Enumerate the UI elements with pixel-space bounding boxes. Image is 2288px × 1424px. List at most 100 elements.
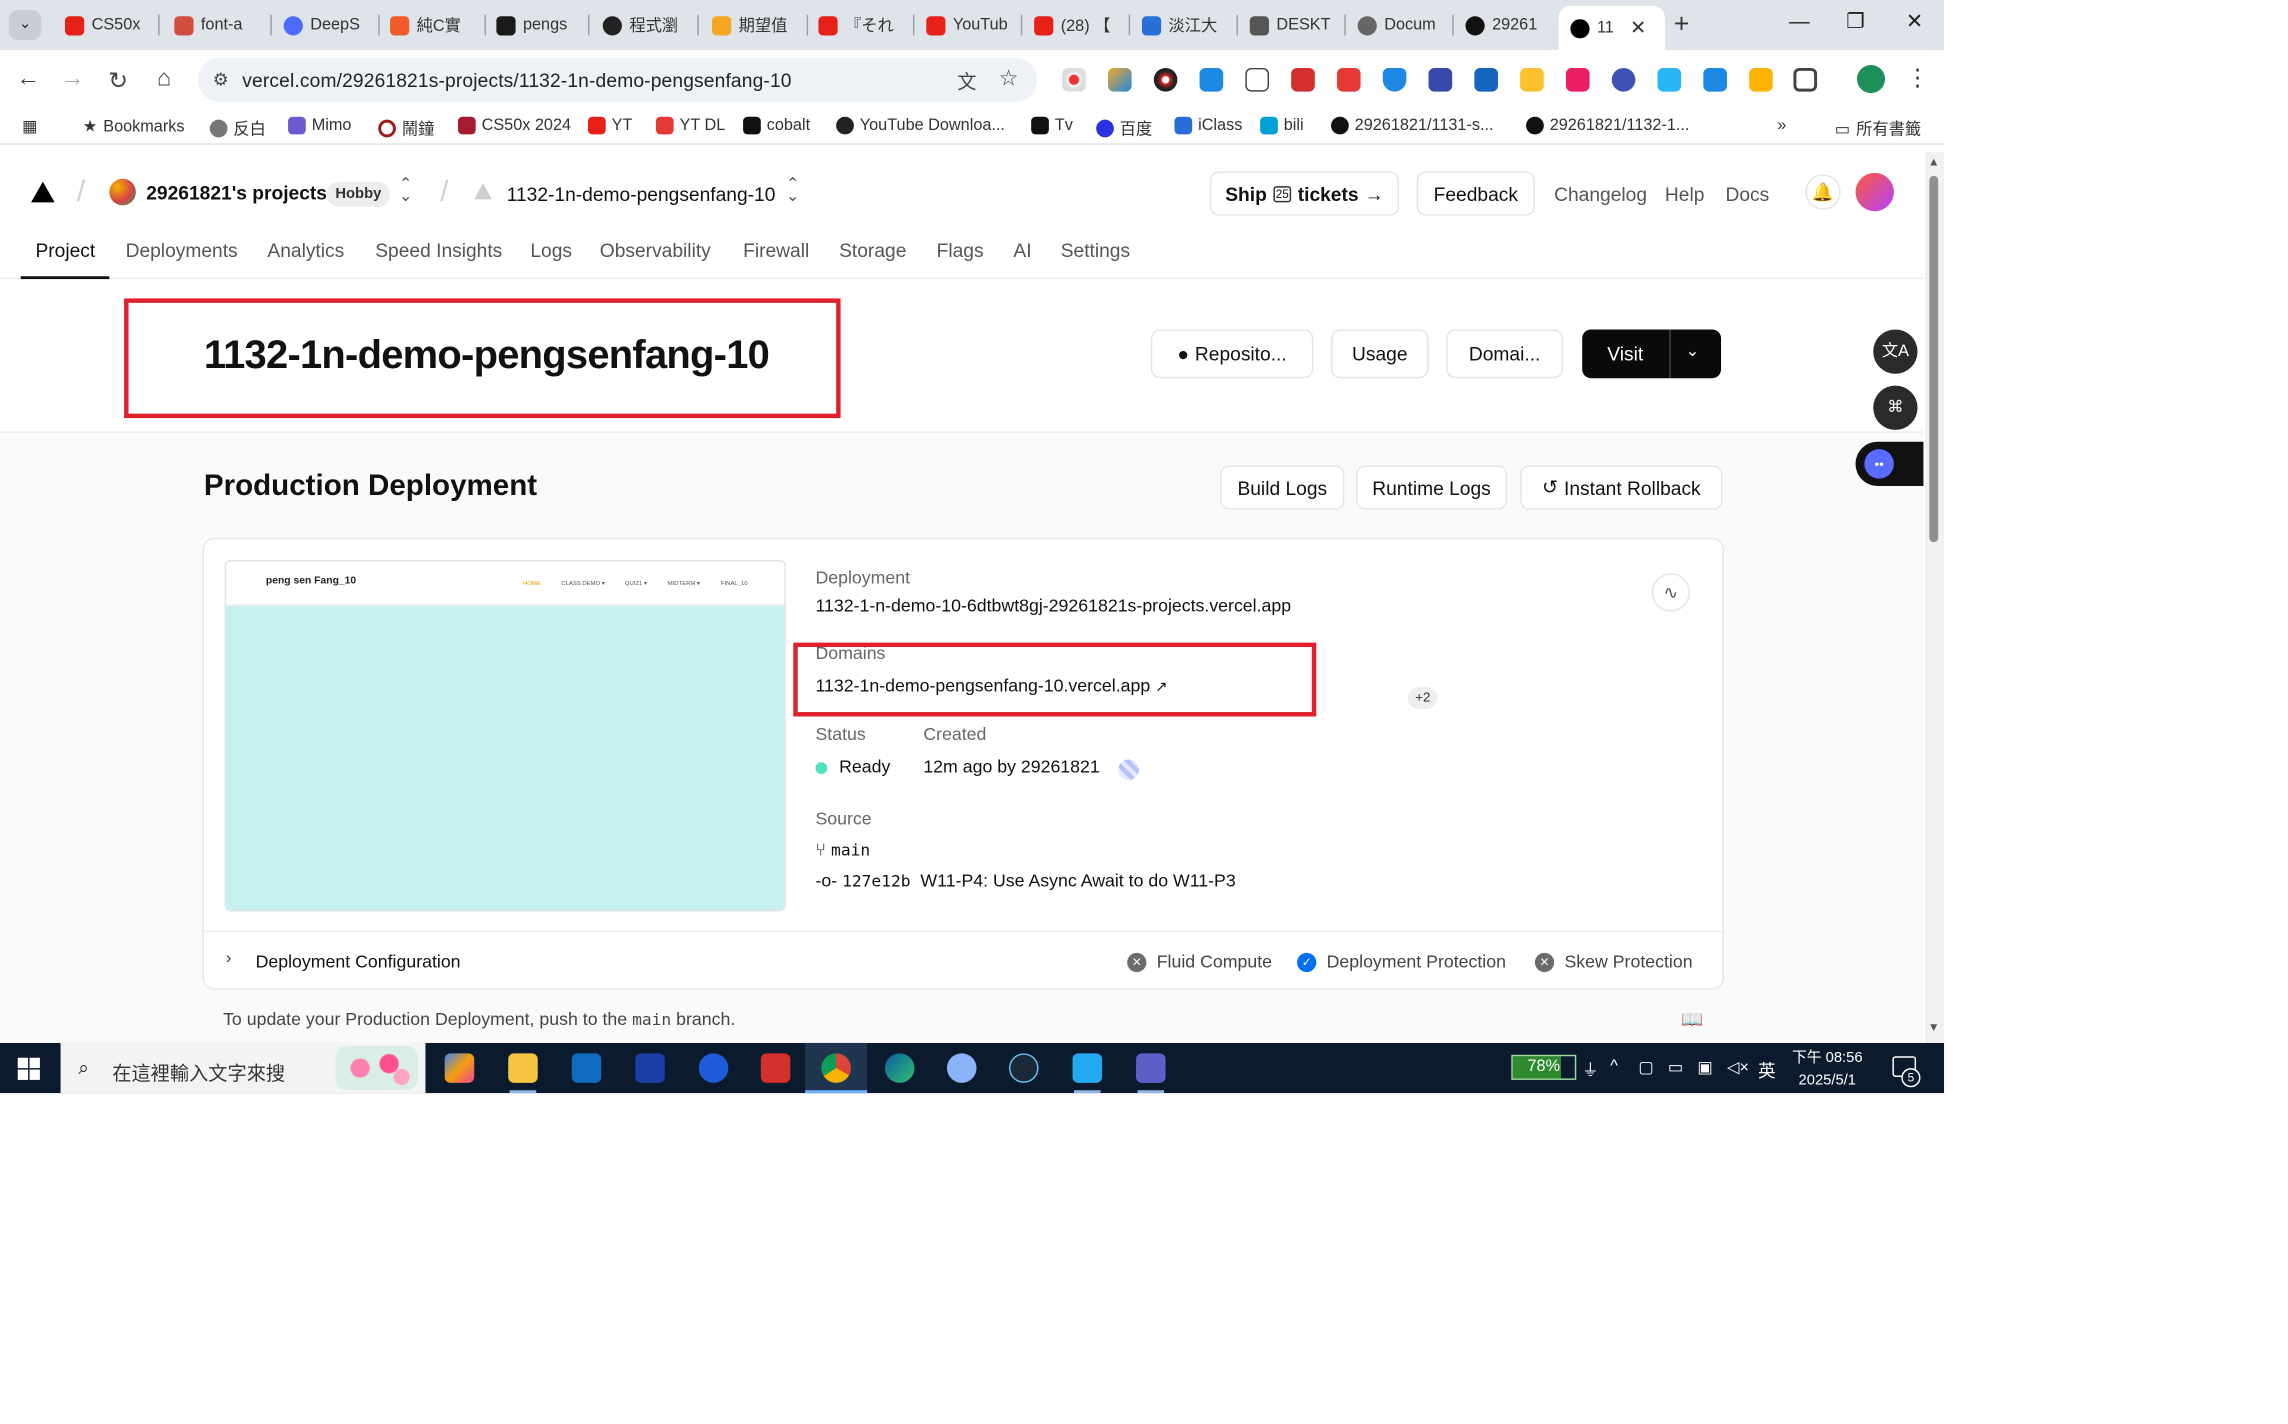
minimize-window-button[interactable]: — <box>1785 9 1815 33</box>
new-tab-button[interactable]: + <box>1674 9 1690 40</box>
changelog-link[interactable]: Changelog <box>1554 183 1647 205</box>
file-explorer-icon[interactable] <box>508 1053 538 1083</box>
teams-icon[interactable] <box>1136 1053 1166 1083</box>
volume-icon[interactable]: ◁× <box>1727 1058 1749 1077</box>
docs-link[interactable]: Docs <box>1725 183 1769 205</box>
steam-icon[interactable] <box>1008 1053 1039 1083</box>
branch-row[interactable]: ⑂ main <box>815 839 870 860</box>
bookmark-item[interactable]: YT DL <box>655 116 725 135</box>
outlook-icon[interactable] <box>571 1053 602 1083</box>
team-avatar[interactable] <box>109 178 136 206</box>
extension-hd-icon[interactable] <box>1336 67 1361 92</box>
ship-tickets-button[interactable]: Ship 25 tickets → <box>1209 171 1400 216</box>
runtime-logs-button[interactable]: Runtime Logs <box>1356 465 1507 510</box>
bookmark-item-all[interactable]: ▭ 所有書籤 <box>1835 117 1921 141</box>
chevron-down-icon[interactable]: ⌄ <box>1686 341 1700 361</box>
more-domains-badge[interactable]: +2 <box>1407 686 1438 710</box>
url-text[interactable]: vercel.com/29261821s-projects/1132-1n-de… <box>242 69 791 91</box>
more-bookmarks-chevron-icon[interactable]: » <box>1777 117 1786 135</box>
pointer-app-icon[interactable] <box>698 1053 729 1083</box>
tab-settings[interactable]: Settings <box>1061 239 1130 261</box>
browser-tab[interactable]: 『それ <box>807 7 913 42</box>
apps-floating-icon[interactable]: ⌘ <box>1873 385 1918 430</box>
ai-assistant-pill[interactable]: •• <box>1855 441 1924 487</box>
deployment-preview-thumbnail[interactable]: peng sen Fang_10 HOME CLASS DEMO ▾ QUIZ1… <box>224 559 786 912</box>
bookmark-item[interactable]: Tv <box>1031 116 1073 135</box>
visit-button[interactable]: Visit ⌄ <box>1582 329 1722 379</box>
apps-grid-icon[interactable]: ▦ <box>22 117 37 136</box>
page-scrollbar[interactable]: ▲ ▼ <box>1924 152 1945 1043</box>
bookmark-item[interactable]: cobalt <box>743 116 810 135</box>
browser-tab[interactable]: DeepS <box>272 7 378 42</box>
network-icon[interactable]: ▣ <box>1697 1058 1712 1077</box>
bookmark-item[interactable]: YT <box>587 116 632 135</box>
bookmark-item[interactable]: 百度 <box>1096 117 1152 141</box>
close-tab-icon[interactable]: ✕ <box>1630 16 1646 40</box>
bookmark-item[interactable]: iClass <box>1174 116 1242 135</box>
forward-button[interactable]: → <box>59 66 86 93</box>
tray-expand-icon[interactable]: ^ <box>1610 1058 1618 1076</box>
build-logs-button[interactable]: Build Logs <box>1220 465 1345 510</box>
browser-tab[interactable]: DESKT <box>1238 7 1344 42</box>
tab-search-chevron-icon[interactable]: ⌄ <box>8 10 42 40</box>
browser-tab[interactable]: 程式瀏 <box>591 7 697 42</box>
bookmark-star-icon[interactable]: ☆ <box>999 65 1019 91</box>
extension-icon[interactable] <box>1657 67 1682 92</box>
bookmark-item[interactable]: 29261821/1131-s... <box>1331 116 1494 135</box>
extension-pdf-icon[interactable] <box>1291 67 1315 92</box>
ime-indicator[interactable]: 英 <box>1758 1058 1776 1083</box>
extension-translate-icon[interactable] <box>1703 67 1727 92</box>
chrome-icon[interactable] <box>821 1053 851 1083</box>
instant-rollback-button[interactable]: ↺ Instant Rollback <box>1520 465 1723 510</box>
address-bar[interactable]: ⚙ vercel.com/29261821s-projects/1132-1n-… <box>197 57 1038 102</box>
user-avatar[interactable] <box>1855 172 1894 212</box>
tab-project[interactable]: Project <box>35 239 95 261</box>
feedback-button[interactable]: Feedback <box>1416 171 1535 216</box>
extension-shield-icon[interactable] <box>1382 67 1407 92</box>
team-switcher-chevrons-icon[interactable]: ⌃ ⌄ <box>399 177 413 205</box>
camera-icon[interactable]: ▢ <box>1638 1058 1653 1077</box>
deployment-url-link[interactable]: 1132-1-n-demo-10-6dtbwt8gj-29261821s-pro… <box>815 595 1291 616</box>
l-app-icon[interactable] <box>635 1053 665 1083</box>
extension-chinese-icon[interactable] <box>1474 67 1498 92</box>
browser-tab[interactable]: (28) 【 <box>1022 7 1128 42</box>
vscode-icon[interactable] <box>1072 1053 1103 1083</box>
tab-analytics[interactable]: Analytics <box>267 239 344 261</box>
usage-button[interactable]: Usage <box>1331 329 1429 379</box>
scrollbar-thumb[interactable] <box>1929 175 1939 543</box>
browser-tab[interactable]: Docum <box>1346 7 1452 42</box>
bookmark-item[interactable]: Mimo <box>288 116 351 135</box>
help-link[interactable]: Help <box>1665 183 1705 205</box>
battery-tray-icon[interactable]: ▭ <box>1668 1058 1683 1077</box>
team-name[interactable]: 29261821's projects <box>146 182 327 204</box>
browser-menu-icon[interactable]: ⋮ <box>1906 64 1930 94</box>
browser-tab-active[interactable]: 11 ✕ <box>1558 5 1665 51</box>
browser-tab[interactable]: 29261 <box>1454 7 1557 42</box>
activity-pulse-icon[interactable]: ∿ <box>1651 573 1691 612</box>
browser-tab[interactable]: font-a <box>163 7 269 42</box>
extension-eye-icon[interactable] <box>1153 67 1178 92</box>
translate-floating-icon[interactable]: 文A <box>1873 329 1918 374</box>
domains-button[interactable]: Domai... <box>1446 329 1563 379</box>
pdf-app-icon[interactable] <box>760 1053 791 1083</box>
system-clock[interactable]: 下午 08:56 2025/5/1 <box>1792 1047 1863 1091</box>
browser-tab[interactable]: 期望值 <box>700 7 806 42</box>
taskbar-search-box[interactable]: ⌕ 在這裡輸入文字來搜 <box>60 1042 426 1094</box>
home-button[interactable]: ⌂ <box>151 66 178 93</box>
project-switcher-chevrons-icon[interactable]: ⌃ ⌄ <box>786 177 800 205</box>
tab-flags[interactable]: Flags <box>937 239 984 261</box>
paint-icon[interactable] <box>946 1053 977 1083</box>
bookmark-item[interactable]: CS50x 2024 <box>457 116 571 135</box>
extension-v-icon[interactable] <box>1520 67 1544 92</box>
project-breadcrumb[interactable]: 1132-1n-demo-pengsenfang-10 <box>507 183 776 205</box>
bookmark-item[interactable]: 29261821/1132-1... <box>1526 116 1689 135</box>
extension-download-icon[interactable] <box>1199 67 1224 92</box>
reload-button[interactable]: ↻ <box>105 66 132 96</box>
profile-avatar[interactable] <box>1856 65 1886 94</box>
copilot-app-icon[interactable] <box>444 1053 475 1083</box>
tab-speed-insights[interactable]: Speed Insights <box>375 239 502 261</box>
bookmark-item[interactable]: YouTube Downloa... <box>836 116 1005 135</box>
bookmark-item[interactable]: 鬧鐘 <box>378 117 434 141</box>
tab-ai[interactable]: AI <box>1013 239 1031 261</box>
restore-window-button[interactable]: ❐ <box>1841 9 1871 34</box>
